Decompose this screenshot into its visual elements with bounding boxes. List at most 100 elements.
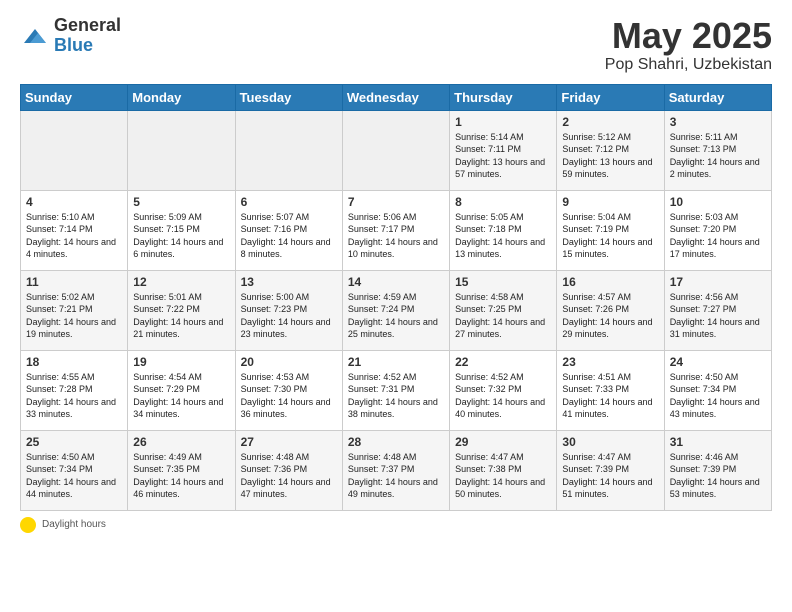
day-info: Sunrise: 4:49 AM Sunset: 7:35 PM Dayligh…: [133, 451, 229, 501]
calendar-week-4: 18 Sunrise: 4:55 AM Sunset: 7:28 PM Dayli…: [21, 350, 772, 430]
day-number: 3: [670, 115, 766, 129]
calendar-cell-20: 20Sunrise: 4:53 AM Sunset: 7:30 PM Dayli…: [235, 350, 342, 430]
calendar-week-3: 11Sunrise: 5:02 AM Sunset: 7:21 PM Dayli…: [21, 270, 772, 350]
calendar-cell-24: 24 Sunrise: 4:50 AM Sunset: 7:34 PM Dayli…: [664, 350, 771, 430]
logo-text: General Blue: [54, 16, 121, 56]
calendar-cell-6: 6 Sunrise: 5:07 AM Sunset: 7:16 PM Daylig…: [235, 190, 342, 270]
day-number: 7: [348, 195, 444, 209]
calendar: SundayMondayTuesdayWednesdayThursdayFrid…: [20, 84, 772, 511]
day-info: Sunrise: 4:56 AM Sunset: 7:27 PM Dayligh…: [670, 291, 766, 341]
day-info: Sunrise: 4:48 AM Sunset: 7:36 PM Dayligh…: [241, 451, 337, 501]
day-number: 14: [348, 275, 444, 289]
day-info: Sunrise: 5:00 AM Sunset: 7:23 PM Dayligh…: [241, 291, 337, 341]
calendar-cell-5: 5 Sunrise: 5:09 AM Sunset: 7:15 PM Daylig…: [128, 190, 235, 270]
day-number: 6: [241, 195, 337, 209]
title-block: May 2025 Pop Shahri, Uzbekistan: [605, 16, 772, 74]
day-number: 23: [562, 355, 658, 369]
calendar-cell-29: 29 Sunrise: 4:47 AM Sunset: 7:38 PM Dayli…: [450, 430, 557, 510]
day-number: 24: [670, 355, 766, 369]
calendar-week-2: 4Sunrise: 5:10 AM Sunset: 7:14 PM Daylig…: [21, 190, 772, 270]
day-info: Sunrise: 4:46 AM Sunset: 7:39 PM Dayligh…: [670, 451, 766, 501]
calendar-cell-30: 30 Sunrise: 4:47 AM Sunset: 7:39 PM Dayli…: [557, 430, 664, 510]
day-number: 17: [670, 275, 766, 289]
day-number: 1: [455, 115, 551, 129]
day-number: 5: [133, 195, 229, 209]
day-number: 19: [133, 355, 229, 369]
calendar-cell-15: 15 Sunrise: 4:58 AM Sunset: 7:25 PM Dayli…: [450, 270, 557, 350]
day-number: 21: [348, 355, 444, 369]
calendar-cell-empty: [21, 110, 128, 190]
day-info: Sunrise: 4:55 AM Sunset: 7:28 PM Dayligh…: [26, 371, 122, 421]
day-info: Sunrise: 5:14 AM Sunset: 7:11 PM Dayligh…: [455, 131, 551, 181]
calendar-cell-22: 22Sunrise: 4:52 AM Sunset: 7:32 PM Dayli…: [450, 350, 557, 430]
calendar-cell-7: 7 Sunrise: 5:06 AM Sunset: 7:17 PM Daylig…: [342, 190, 449, 270]
calendar-cell-empty: [235, 110, 342, 190]
day-info: Sunrise: 4:54 AM Sunset: 7:29 PM Dayligh…: [133, 371, 229, 421]
logo-general: General: [54, 16, 121, 36]
calendar-cell-12: 12Sunrise: 5:01 AM Sunset: 7:22 PM Dayli…: [128, 270, 235, 350]
day-info: Sunrise: 4:47 AM Sunset: 7:39 PM Dayligh…: [562, 451, 658, 501]
day-info: Sunrise: 5:11 AM Sunset: 7:13 PM Dayligh…: [670, 131, 766, 181]
calendar-week-1: 1 Sunrise: 5:14 AM Sunset: 7:11 PM Daylig…: [21, 110, 772, 190]
day-number: 25: [26, 435, 122, 449]
logo-icon: [20, 21, 50, 51]
day-number: 10: [670, 195, 766, 209]
calendar-cell-empty: [128, 110, 235, 190]
day-number: 18: [26, 355, 122, 369]
calendar-cell-10: 10 Sunrise: 5:03 AM Sunset: 7:20 PM Dayli…: [664, 190, 771, 270]
day-number: 30: [562, 435, 658, 449]
day-info: Sunrise: 5:04 AM Sunset: 7:19 PM Dayligh…: [562, 211, 658, 261]
calendar-cell-11: 11Sunrise: 5:02 AM Sunset: 7:21 PM Dayli…: [21, 270, 128, 350]
day-info: Sunrise: 5:09 AM Sunset: 7:15 PM Dayligh…: [133, 211, 229, 261]
calendar-header-wednesday: Wednesday: [342, 84, 449, 110]
footer: Daylight hours: [20, 517, 772, 533]
calendar-header-tuesday: Tuesday: [235, 84, 342, 110]
calendar-cell-3: 3 Sunrise: 5:11 AM Sunset: 7:13 PM Daylig…: [664, 110, 771, 190]
calendar-cell-1: 1 Sunrise: 5:14 AM Sunset: 7:11 PM Daylig…: [450, 110, 557, 190]
day-number: 16: [562, 275, 658, 289]
day-info: Sunrise: 5:12 AM Sunset: 7:12 PM Dayligh…: [562, 131, 658, 181]
title-month: May 2025: [605, 16, 772, 56]
calendar-cell-13: 13Sunrise: 5:00 AM Sunset: 7:23 PM Dayli…: [235, 270, 342, 350]
calendar-header-friday: Friday: [557, 84, 664, 110]
day-number: 31: [670, 435, 766, 449]
day-info: Sunrise: 4:50 AM Sunset: 7:34 PM Dayligh…: [26, 451, 122, 501]
day-number: 2: [562, 115, 658, 129]
day-number: 28: [348, 435, 444, 449]
day-info: Sunrise: 5:01 AM Sunset: 7:22 PM Dayligh…: [133, 291, 229, 341]
sun-icon: [20, 517, 36, 533]
day-info: Sunrise: 4:50 AM Sunset: 7:34 PM Dayligh…: [670, 371, 766, 421]
day-number: 9: [562, 195, 658, 209]
calendar-cell-18: 18 Sunrise: 4:55 AM Sunset: 7:28 PM Dayli…: [21, 350, 128, 430]
day-number: 29: [455, 435, 551, 449]
calendar-header-sunday: Sunday: [21, 84, 128, 110]
day-info: Sunrise: 5:06 AM Sunset: 7:17 PM Dayligh…: [348, 211, 444, 261]
calendar-cell-27: 27Sunrise: 4:48 AM Sunset: 7:36 PM Dayli…: [235, 430, 342, 510]
footer-note: Daylight hours: [20, 517, 772, 533]
header: General Blue May 2025 Pop Shahri, Uzbeki…: [20, 16, 772, 74]
page: General Blue May 2025 Pop Shahri, Uzbeki…: [0, 0, 792, 543]
day-info: Sunrise: 5:07 AM Sunset: 7:16 PM Dayligh…: [241, 211, 337, 261]
calendar-cell-9: 9 Sunrise: 5:04 AM Sunset: 7:19 PM Daylig…: [557, 190, 664, 270]
day-info: Sunrise: 4:47 AM Sunset: 7:38 PM Dayligh…: [455, 451, 551, 501]
calendar-cell-19: 19 Sunrise: 4:54 AM Sunset: 7:29 PM Dayli…: [128, 350, 235, 430]
day-info: Sunrise: 4:58 AM Sunset: 7:25 PM Dayligh…: [455, 291, 551, 341]
day-info: Sunrise: 5:03 AM Sunset: 7:20 PM Dayligh…: [670, 211, 766, 261]
title-location: Pop Shahri, Uzbekistan: [605, 56, 772, 74]
day-info: Sunrise: 4:59 AM Sunset: 7:24 PM Dayligh…: [348, 291, 444, 341]
day-number: 15: [455, 275, 551, 289]
logo-blue: Blue: [54, 36, 121, 56]
calendar-header-thursday: Thursday: [450, 84, 557, 110]
day-number: 20: [241, 355, 337, 369]
day-info: Sunrise: 5:05 AM Sunset: 7:18 PM Dayligh…: [455, 211, 551, 261]
calendar-header-saturday: Saturday: [664, 84, 771, 110]
calendar-header-row: SundayMondayTuesdayWednesdayThursdayFrid…: [21, 84, 772, 110]
daylight-label: Daylight hours: [42, 519, 106, 530]
calendar-cell-4: 4Sunrise: 5:10 AM Sunset: 7:14 PM Daylig…: [21, 190, 128, 270]
calendar-cell-21: 21Sunrise: 4:52 AM Sunset: 7:31 PM Dayli…: [342, 350, 449, 430]
calendar-cell-23: 23Sunrise: 4:51 AM Sunset: 7:33 PM Dayli…: [557, 350, 664, 430]
day-number: 8: [455, 195, 551, 209]
calendar-cell-16: 16 Sunrise: 4:57 AM Sunset: 7:26 PM Dayli…: [557, 270, 664, 350]
day-info: Sunrise: 4:57 AM Sunset: 7:26 PM Dayligh…: [562, 291, 658, 341]
day-number: 4: [26, 195, 122, 209]
